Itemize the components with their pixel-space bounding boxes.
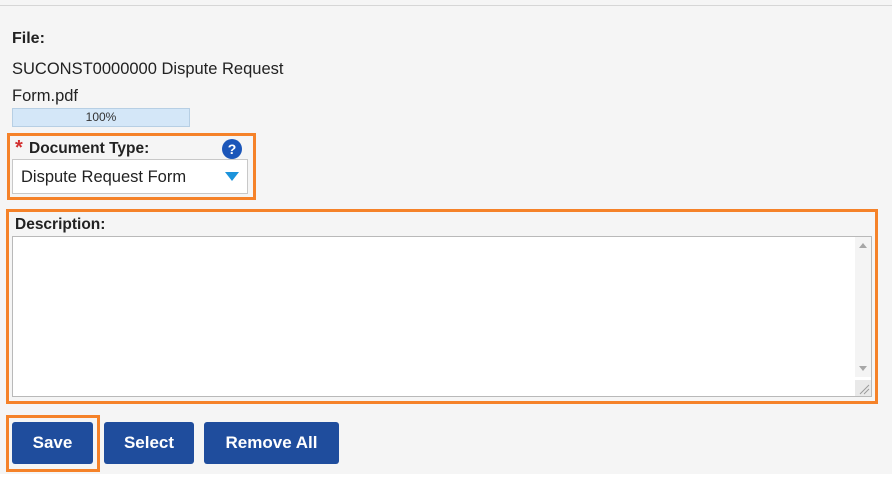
description-textarea[interactable] xyxy=(12,236,872,397)
file-label: File: xyxy=(12,30,45,47)
document-type-label: Document Type: xyxy=(29,140,150,157)
save-button[interactable]: Save xyxy=(12,422,93,464)
required-marker: * xyxy=(15,137,23,159)
document-type-value: Dispute Request Form xyxy=(21,168,187,186)
top-divider xyxy=(0,5,892,6)
upload-progress-bar: 100% xyxy=(12,108,190,127)
progress-text: 100% xyxy=(85,110,117,124)
upload-panel: File: SUCONST0000000 Dispute Request For… xyxy=(0,0,892,474)
description-label: Description: xyxy=(15,216,106,233)
question-circle-icon[interactable]: ? xyxy=(222,139,242,159)
document-type-select[interactable]: Dispute Request Form xyxy=(12,159,248,194)
file-name-line1: SUCONST0000000 Dispute Request xyxy=(12,60,284,78)
file-name-line2: Form.pdf xyxy=(12,87,79,105)
remove-all-button[interactable]: Remove All xyxy=(204,422,339,464)
chevron-down-icon xyxy=(225,172,239,181)
select-button[interactable]: Select xyxy=(104,422,194,464)
file-name: SUCONST0000000 Dispute Request Form.pdf xyxy=(12,56,312,110)
